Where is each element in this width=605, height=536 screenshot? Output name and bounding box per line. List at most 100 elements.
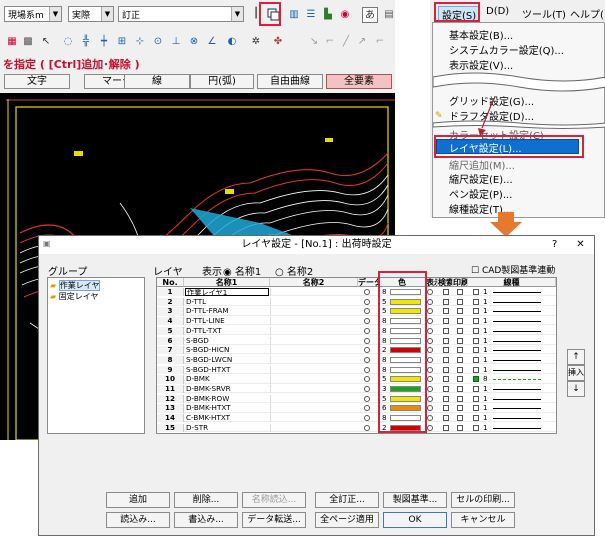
list-item[interactable]: ▰ 作業レイヤ [50, 280, 101, 291]
data-radio[interactable] [364, 424, 370, 431]
table-row[interactable]: 4 D-TTL-LINE 8 1 [157, 317, 556, 326]
search-checkbox[interactable] [443, 366, 449, 373]
display-radio[interactable] [427, 298, 433, 305]
search-checkbox[interactable] [443, 318, 449, 325]
layer-name2[interactable] [270, 375, 358, 384]
close-icon[interactable]: ✕ [567, 236, 594, 253]
linetype-checkbox[interactable] [473, 376, 479, 383]
print-checkbox[interactable] [457, 347, 463, 354]
display-radio[interactable] [427, 405, 433, 412]
linetype-checkbox[interactable] [473, 318, 479, 325]
layer-name2[interactable] [270, 394, 358, 403]
cancel-button[interactable]: キャンセル [451, 512, 515, 528]
search-checkbox[interactable] [443, 386, 449, 392]
display-radio[interactable] [427, 376, 433, 383]
data-radio[interactable] [364, 405, 370, 412]
print-checkbox[interactable] [457, 356, 463, 363]
layer-name1[interactable]: C-BMK-HTXT [185, 414, 269, 422]
layer-name2[interactable] [270, 385, 358, 394]
table-row[interactable]: 1 作業レイヤ1 8 1 [157, 288, 556, 297]
list-item[interactable]: ▰ 固定レイヤ [50, 291, 98, 302]
search-checkbox[interactable] [443, 298, 449, 305]
data-transfer-button[interactable]: データ転送... [242, 512, 306, 528]
layer-name1[interactable]: D-BMK [185, 375, 269, 383]
display-radio[interactable] [427, 289, 433, 295]
layer-name1[interactable]: D-TTL-LINE [185, 317, 269, 325]
table-row[interactable]: 13 D-BMK-HTXT 6 1 [157, 404, 556, 413]
move-up-button[interactable]: ↑ [567, 349, 585, 365]
layer-name1[interactable]: 作業レイヤ1 [185, 288, 269, 297]
table-row[interactable]: 2 D-TTL 5 1 [157, 297, 556, 306]
layer-name1[interactable]: D-TTL-TXT [185, 327, 269, 335]
linetype-checkbox[interactable] [473, 395, 479, 402]
group-list[interactable]: ▰ 作業レイヤ ▰ 固定レイヤ [47, 277, 145, 434]
add-button[interactable]: 追加 [106, 492, 170, 508]
layer-name2[interactable] [270, 307, 358, 316]
print-checkbox[interactable] [457, 327, 463, 334]
data-radio[interactable] [364, 308, 370, 315]
print-checkbox[interactable] [457, 298, 463, 305]
layer-name1[interactable]: S-BGD-HTXT [185, 366, 269, 374]
load-names-button[interactable]: 名称読込... [242, 492, 306, 508]
data-radio[interactable] [364, 337, 370, 344]
fix-all-button[interactable]: 全訂正... [315, 492, 379, 508]
display-radio[interactable] [427, 395, 433, 402]
table-row[interactable]: 7 S-BGD-HICN 2 1 [157, 346, 556, 355]
print-checkbox[interactable] [457, 405, 463, 412]
print-checkbox[interactable] [457, 308, 463, 315]
print-checkbox[interactable] [457, 366, 463, 373]
search-checkbox[interactable] [443, 415, 449, 422]
search-checkbox[interactable] [443, 289, 449, 295]
print-checkbox[interactable] [457, 376, 463, 383]
data-radio[interactable] [364, 318, 370, 325]
table-row[interactable]: 5 D-TTL-TXT 8 1 [157, 326, 556, 336]
data-radio[interactable] [364, 366, 370, 373]
print-checkbox[interactable] [457, 424, 463, 431]
table-row[interactable]: 11 D-BMK-SRVR 3 1 [157, 385, 556, 394]
table-row[interactable]: 14 C-BMK-HTXT 8 1 [157, 414, 556, 423]
print-checkbox[interactable] [457, 386, 463, 392]
layer-name1[interactable]: S-BGD-LWCN [185, 356, 269, 364]
table-row[interactable]: 10 D-BMK 5 8 [157, 375, 556, 384]
layer-name2[interactable] [270, 336, 358, 345]
search-checkbox[interactable] [443, 424, 449, 431]
layer-name2[interactable] [270, 297, 358, 306]
layer-name1[interactable]: S-BGD-HICN [185, 346, 269, 354]
layer-name1[interactable]: D-BMK-HTXT [185, 404, 269, 412]
linetype-checkbox[interactable] [473, 386, 479, 392]
drafting-standard-button[interactable]: 製図基準... [383, 492, 447, 508]
delete-button[interactable]: 削除... [174, 492, 238, 508]
export-button[interactable]: 書込み... [174, 512, 238, 528]
linetype-checkbox[interactable] [473, 347, 479, 354]
layer-name1[interactable]: D-TTL [185, 298, 269, 306]
layer-name2[interactable] [270, 414, 358, 423]
layer-name2[interactable] [270, 423, 358, 433]
linetype-checkbox[interactable] [473, 424, 479, 431]
display-radio[interactable] [427, 366, 433, 373]
move-down-button[interactable]: ↓ [567, 381, 585, 397]
linetype-checkbox[interactable] [473, 327, 479, 334]
display-radio[interactable] [427, 308, 433, 315]
layer-name2[interactable] [270, 346, 358, 355]
layer-name2[interactable] [270, 288, 358, 297]
linetype-checkbox[interactable] [473, 366, 479, 373]
data-radio[interactable] [364, 376, 370, 383]
display-radio[interactable] [427, 337, 433, 344]
layer-name1[interactable]: D-BMK-ROW [185, 395, 269, 403]
data-radio[interactable] [364, 327, 370, 334]
apply-all-pages-button[interactable]: 全ページ適用 [315, 512, 379, 528]
layer-name2[interactable] [270, 365, 358, 374]
data-radio[interactable] [364, 356, 370, 363]
linetype-checkbox[interactable] [473, 415, 479, 422]
layer-name2[interactable] [270, 355, 358, 365]
table-row[interactable]: 3 D-TTL-FRAM 5 1 [157, 307, 556, 316]
linetype-checkbox[interactable] [473, 298, 479, 305]
display-radio[interactable] [427, 386, 433, 392]
print-cells-button[interactable]: セルの印刷... [451, 492, 515, 508]
data-radio[interactable] [364, 415, 370, 422]
display-radio[interactable] [427, 327, 433, 334]
radio-name2[interactable]: ○ 名称2 [275, 263, 313, 278]
data-radio[interactable] [364, 298, 370, 305]
display-radio[interactable] [427, 424, 433, 431]
layer-name2[interactable] [270, 404, 358, 413]
